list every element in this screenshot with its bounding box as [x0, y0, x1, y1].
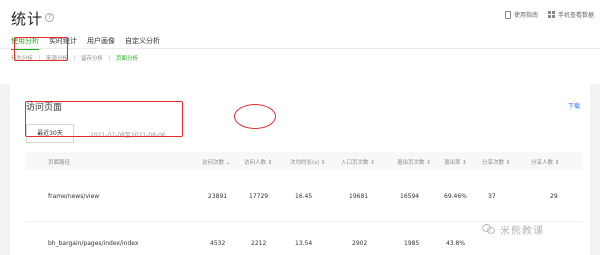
qrcode-icon [547, 11, 555, 18]
column-header[interactable]: 退出页次数 ⇕ [397, 158, 431, 166]
share-count: 37 [488, 193, 496, 200]
column-header[interactable]: 访问人数 ⇕ [244, 158, 272, 166]
exit-count: 1985 [404, 240, 420, 247]
page-title: 统计 [11, 10, 44, 28]
divider [74, 55, 76, 61]
table-row[interactable]: frame/news/view 23891 17729 16.45 19681 … [26, 178, 582, 218]
divider [109, 55, 111, 61]
chat-bubble-icon [482, 224, 495, 235]
guide-link-label: 使用指南 [513, 12, 538, 19]
visit-count: 23891 [208, 193, 228, 200]
mobile-data-link[interactable]: 手机查看数据 [547, 10, 594, 19]
entry-count: 2902 [352, 240, 368, 247]
page-path: frame/news/view [48, 193, 100, 200]
header-links: 使用指南 手机查看数据 [504, 10, 594, 19]
document-icon [504, 10, 511, 19]
column-header[interactable]: 分享人数 ⇕ [531, 158, 559, 166]
avg-duration: 13.54 [295, 240, 313, 247]
top-bar: 统计 ? 使用指南 手机查看数据 使用分析 实时统计 用户画像 自定义分析 行为… [0, 0, 600, 84]
guide-link[interactable]: 使用指南 [504, 10, 538, 19]
watermark: 米熊教课 [482, 222, 544, 237]
highlight-box [14, 37, 68, 61]
help-icon[interactable]: ? [45, 13, 54, 22]
watermark-text: 米熊教课 [500, 226, 544, 237]
visit-count: 4532 [210, 240, 226, 247]
sharer-count: 29 [550, 193, 558, 200]
column-header[interactable]: 退出率 ⇕ [444, 158, 467, 166]
entry-count: 19681 [349, 193, 369, 200]
mobile-data-link-label: 手机查看数据 [557, 12, 594, 19]
page-path: bh_bargain/pages/index/index [48, 240, 139, 247]
column-header[interactable]: 访问次数 ⌄ [202, 158, 230, 166]
table-header: 页面路径 访问次数 ⌄ 访问人数 ⇕ 次均时长(s) ⇕ 入口页次数 ⇕ 退出页… [26, 152, 582, 170]
highlight-circle [234, 104, 276, 129]
subtab-retention[interactable]: 留存分析 [81, 54, 103, 62]
column-header[interactable]: 分享次数 ⇕ [482, 158, 510, 166]
column-header[interactable]: 次均时长(s) ⇕ [290, 158, 326, 166]
visitor-count: 2212 [251, 240, 267, 247]
visitor-count: 17729 [249, 193, 269, 200]
tab-divider [0, 48, 600, 49]
exit-count: 16594 [400, 193, 420, 200]
column-header[interactable]: 入口页次数 ⇕ [341, 158, 375, 166]
column-header: 页面路径 [48, 160, 71, 166]
exit-rate: 69.46% [444, 193, 467, 200]
highlight-box [25, 101, 183, 137]
subtab-pages[interactable]: 页面分析 [116, 54, 138, 62]
download-link[interactable]: 下载 [568, 101, 580, 110]
exit-rate: 43.8% [446, 240, 466, 247]
avg-duration: 16.45 [295, 193, 313, 200]
